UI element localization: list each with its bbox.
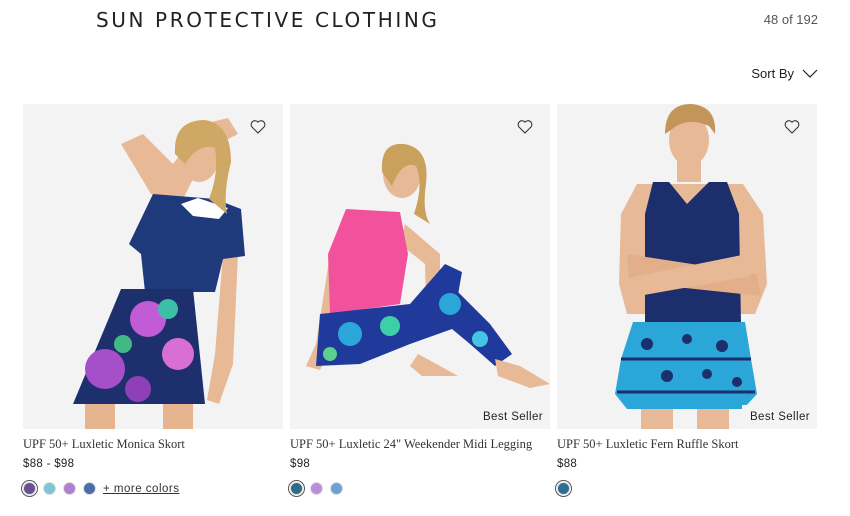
product-card: Best Seller UPF 50+ Luxletic Fern Ruffle… [555, 104, 817, 497]
color-swatches [555, 480, 817, 497]
color-swatches: + more colors [21, 480, 283, 497]
product-photo [290, 104, 550, 429]
color-swatch[interactable] [21, 480, 38, 497]
product-name[interactable]: UPF 50+ Luxletic 24" Weekender Midi Legg… [290, 437, 550, 452]
color-swatch[interactable] [555, 480, 572, 497]
product-grid: UPF 50+ Luxletic Monica Skort $88 - $98 … [21, 104, 817, 497]
color-swatch[interactable] [63, 482, 76, 495]
color-swatch[interactable] [288, 480, 305, 497]
color-swatch[interactable] [43, 482, 56, 495]
product-image[interactable] [23, 104, 283, 429]
heart-icon[interactable] [783, 118, 801, 136]
more-colors-link[interactable]: + more colors [103, 483, 179, 495]
product-name[interactable]: UPF 50+ Luxletic Fern Ruffle Skort [557, 437, 817, 452]
heart-icon[interactable] [516, 118, 534, 136]
product-price: $98 [290, 458, 311, 470]
product-image[interactable]: Best Seller [557, 104, 817, 429]
color-swatch[interactable] [330, 482, 343, 495]
page-title: SUN PROTECTIVE CLOTHING [96, 8, 440, 32]
chevron-down-icon [802, 69, 818, 78]
product-card: UPF 50+ Luxletic Monica Skort $88 - $98 … [21, 104, 283, 497]
sort-by-dropdown[interactable]: Sort By [751, 66, 818, 81]
product-photo [557, 104, 817, 429]
product-price: $88 - $98 [23, 458, 75, 470]
sort-by-label: Sort By [751, 66, 794, 81]
product-photo [23, 104, 283, 429]
result-count: 48 of 192 [763, 12, 818, 27]
best-seller-badge: Best Seller [741, 405, 817, 429]
product-card: Best Seller UPF 50+ Luxletic 24" Weekend… [288, 104, 550, 497]
heart-icon[interactable] [249, 118, 267, 136]
best-seller-badge: Best Seller [474, 405, 550, 429]
product-price: $88 [557, 458, 578, 470]
product-image[interactable]: Best Seller [290, 104, 550, 429]
color-swatch[interactable] [310, 482, 323, 495]
color-swatches [288, 480, 550, 497]
color-swatch[interactable] [83, 482, 96, 495]
product-name[interactable]: UPF 50+ Luxletic Monica Skort [23, 437, 283, 452]
